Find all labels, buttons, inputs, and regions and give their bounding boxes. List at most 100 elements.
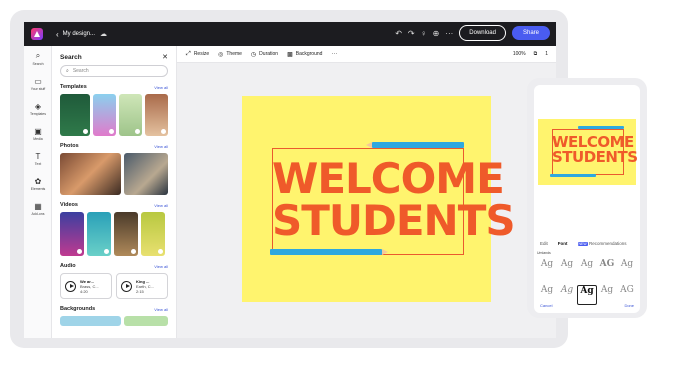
design-title[interactable]: My design... <box>63 31 95 37</box>
video-thumbnail[interactable] <box>114 212 138 256</box>
view-all-link[interactable]: View all <box>154 144 168 149</box>
section-header-audio: Audio View all <box>52 262 176 270</box>
redo-icon[interactable]: ↷ <box>408 29 415 38</box>
background-thumbnail[interactable] <box>60 316 121 326</box>
font-option[interactable]: Ag <box>557 285 577 305</box>
font-option[interactable]: Ag <box>537 259 557 279</box>
view-all-link[interactable]: View all <box>154 307 168 312</box>
duration-button[interactable]: ◷ Duration <box>251 51 278 58</box>
phone-pencil-bottom <box>550 174 596 177</box>
rail-item-elements[interactable]: ✿ Elements <box>24 171 52 196</box>
video-thumbnail[interactable] <box>87 212 111 256</box>
template-thumbnail[interactable] <box>144 94 168 136</box>
font-sample: AG <box>599 259 615 269</box>
resize-button[interactable]: ⤢ Resize <box>186 51 209 58</box>
section-header-backgrounds: Backgrounds View all <box>52 305 176 313</box>
font-sample: Ag <box>580 259 594 269</box>
welcome-heading[interactable]: WELCOME <box>272 158 505 200</box>
font-option[interactable]: Ag <box>537 285 557 305</box>
search-panel: Search ✕ ⌕ Search Templates View all Pho… <box>52 46 177 338</box>
background-thumbnail[interactable] <box>123 316 168 326</box>
marketing-composite: ‹ My design... ☁ ↶ ↷ ♀ ⊕ ··· Download Sh… <box>0 0 673 371</box>
phone-design-preview[interactable]: WELCOME STUDENTS <box>538 119 638 185</box>
design-canvas[interactable]: WELCOME STUDENTS <box>242 96 516 302</box>
phone-tabs: Edit Font NEW Recommendations <box>534 241 640 246</box>
rail-item-your-stuff[interactable]: ▭ Your stuff <box>24 71 52 96</box>
font-group-label: Umlands <box>537 251 551 255</box>
audio-duration: 4:20 <box>80 288 88 294</box>
video-thumbnail[interactable] <box>60 212 84 256</box>
search-icon: ⌕ <box>66 68 69 74</box>
templates-row <box>52 94 176 136</box>
folder-icon: ▭ <box>34 76 42 86</box>
cancel-button[interactable]: Cancel <box>540 303 552 308</box>
tab-font[interactable]: Font <box>558 241 568 246</box>
font-option[interactable]: Ag <box>557 259 577 279</box>
lightbulb-icon[interactable]: ♀ <box>421 29 427 38</box>
done-button[interactable]: Done <box>624 303 634 308</box>
download-button[interactable]: Download <box>459 25 506 41</box>
phone-pencil-top <box>578 126 624 129</box>
more-icon[interactable]: ··· <box>445 29 453 38</box>
phone-students-text: STUDENTS <box>552 148 638 166</box>
rail-item-media[interactable]: ▣ Media <box>24 121 52 146</box>
view-all-link[interactable]: View all <box>154 85 168 90</box>
font-sample: Ag <box>540 259 554 269</box>
background-icon: ▩ <box>287 51 293 58</box>
font-option[interactable]: Ag <box>597 285 617 305</box>
audio-card[interactable]: We ar... Brass, C... 4:20 <box>60 273 112 299</box>
share-button[interactable]: Share <box>511 26 550 40</box>
theme-button[interactable]: ◎ Theme <box>218 51 242 58</box>
audio-card[interactable]: King ... Earth, C... 2:15 <box>116 273 168 299</box>
font-option[interactable]: Ag <box>577 259 597 279</box>
template-thumbnail[interactable] <box>92 94 116 136</box>
template-thumbnail[interactable] <box>118 94 142 136</box>
zoom-level[interactable]: 100% <box>513 51 526 57</box>
more-options-button[interactable]: ··· <box>331 51 337 57</box>
theme-label: Theme <box>226 51 242 57</box>
rail-label: Text <box>34 161 42 166</box>
font-option-selected[interactable]: Ag <box>577 285 597 305</box>
font-option[interactable]: AG <box>617 285 637 305</box>
search-input[interactable]: ⌕ Search <box>60 65 168 77</box>
pencil-top-tip <box>366 142 372 148</box>
undo-icon[interactable]: ↶ <box>395 29 402 38</box>
rail-item-templates[interactable]: ◈ Templates <box>24 96 52 121</box>
add-collaborator-icon[interactable]: ⊕ <box>433 29 440 38</box>
addons-icon: ▦ <box>34 201 42 211</box>
view-all-link[interactable]: View all <box>154 264 168 269</box>
section-title: Photos <box>60 143 79 149</box>
font-option[interactable]: AG <box>597 259 617 279</box>
close-icon[interactable]: ✕ <box>162 53 168 61</box>
rail-label: Add-ons <box>31 211 45 216</box>
photo-thumbnail[interactable] <box>123 153 168 195</box>
new-badge: NEW <box>577 242 588 246</box>
students-heading[interactable]: STUDENTS <box>272 200 516 242</box>
top-bar: ‹ My design... ☁ ↶ ↷ ♀ ⊕ ··· Download Sh… <box>24 22 556 46</box>
pages-icon[interactable]: ⧉ <box>534 51 538 57</box>
search-icon: ⌕ <box>35 51 41 60</box>
play-icon[interactable] <box>121 280 132 292</box>
photo-thumbnail[interactable] <box>60 153 121 195</box>
panel-title: Search <box>60 53 82 61</box>
view-all-link[interactable]: View all <box>154 203 168 208</box>
rail-label: Search <box>32 62 44 66</box>
app-logo-icon[interactable] <box>31 28 43 40</box>
font-sample: Ag <box>540 285 554 295</box>
tab-edit[interactable]: Edit <box>540 241 548 246</box>
template-thumbnail[interactable] <box>60 94 90 136</box>
background-button[interactable]: ▩ Background <box>287 51 322 58</box>
rail-item-addons[interactable]: ▦ Add-ons <box>24 196 52 221</box>
play-icon[interactable] <box>65 280 76 292</box>
back-chevron-icon[interactable]: ‹ <box>56 30 59 39</box>
tab-recommendations[interactable]: NEW Recommendations <box>577 241 627 246</box>
font-sample: AG <box>620 285 634 295</box>
rail-item-text[interactable]: T Text <box>24 146 52 171</box>
font-option[interactable]: Ag <box>617 259 637 279</box>
section-header-templates: Templates View all <box>52 83 176 91</box>
video-thumbnail[interactable] <box>141 212 165 256</box>
rail-item-search[interactable]: ⌕ Search <box>24 46 52 71</box>
photos-row <box>52 153 176 195</box>
more-icon: ··· <box>331 51 338 57</box>
tab-recommendations-label: Recommendations <box>588 241 627 246</box>
